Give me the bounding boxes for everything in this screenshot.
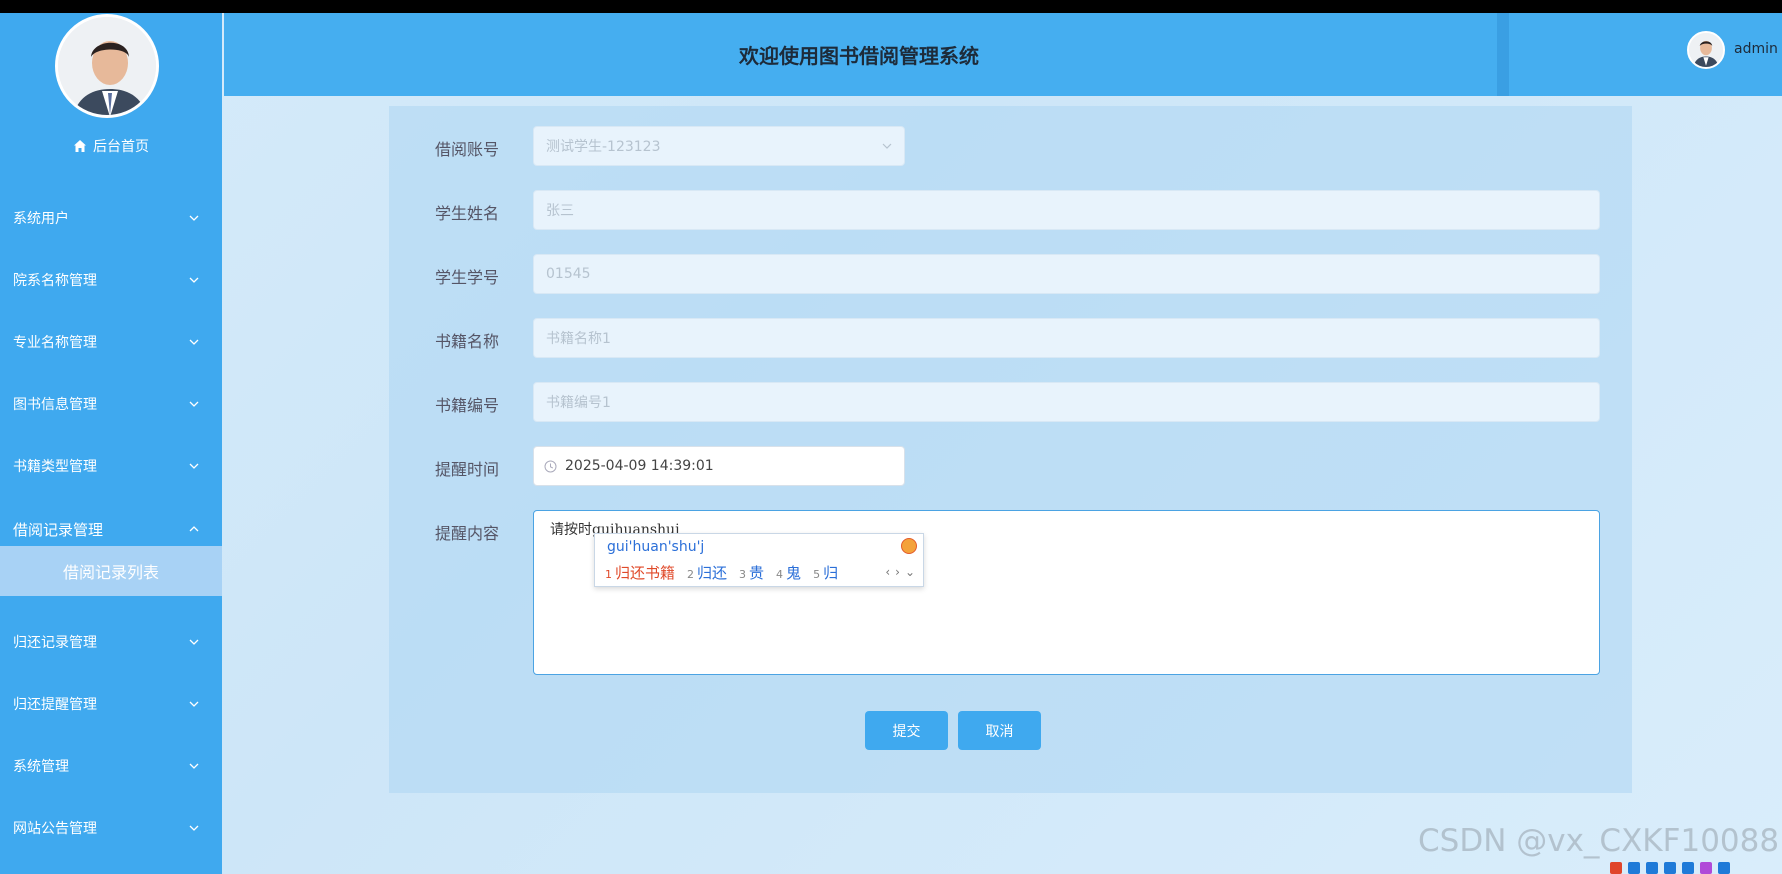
student-name-label: 学生姓名 [435,204,500,223]
sidebar-item-label: 借阅记录管理 [13,520,104,539]
student-name-field[interactable]: 张三 [533,190,1600,230]
book-code-value: 书籍编号1 [546,395,611,411]
microphone-icon[interactable] [1664,861,1676,874]
clock-icon [544,460,557,472]
header-username[interactable]: admin [1734,41,1778,57]
sidebar-item-label: 专业名称管理 [13,335,97,351]
ime-candidate[interactable]: 3贵 [739,562,764,583]
borrow-account-select[interactable]: 测试学生-123123 [533,126,905,166]
system-tray [1610,861,1782,874]
sidebar-item-system-management[interactable]: 系统管理 [0,746,222,786]
sidebar-home-link[interactable]: 后台首页 [0,135,222,157]
ime-tray-icon[interactable] [1610,861,1622,874]
sidebar: 后台首页 系统用户 院系名称管理 专业名称管理 图书信息管理 书籍类型管理 借阅… [0,13,222,874]
sidebar-item-system-users[interactable]: 系统用户 [0,198,222,238]
top-header: 欢迎使用图书借阅管理系统 admin [224,13,1782,96]
borrow-account-value: 测试学生-123123 [546,139,661,155]
chevron-down-icon [189,701,199,707]
home-icon [74,140,86,152]
sidebar-item-label: 系统管理 [13,759,69,775]
remind-time-picker[interactable]: 2025-04-09 14:39:01 [533,446,905,486]
sidebar-item-return-records[interactable]: 归还记录管理 [0,622,222,662]
borrow-account-label: 借阅账号 [435,140,500,159]
sidebar-item-label: 书籍类型管理 [13,459,97,475]
chevron-down-icon [189,825,199,831]
chevron-down-icon [189,339,199,345]
ime-candidate-list: 1 归还书籍 2 归还 3贵 4鬼 5归 [605,562,838,583]
sidebar-item-label: 网站公告管理 [13,821,97,837]
ime-pinyin: gui'huan'shu'j [607,539,705,555]
chevron-up-icon [189,526,199,532]
tray-icon[interactable] [1700,861,1712,874]
avatar [55,14,159,118]
header-divider [1497,13,1509,96]
chevron-down-icon [882,143,892,149]
sidebar-item-book-info[interactable]: 图书信息管理 [0,384,222,424]
student-name-value: 张三 [546,203,574,219]
book-name-value: 书籍名称1 [546,331,611,347]
user-avatar-icon [1689,33,1723,67]
grid-icon[interactable] [1718,861,1730,874]
remind-time-label: 提醒时间 [435,460,500,479]
chevron-down-icon [189,215,199,221]
book-code-field[interactable]: 书籍编号1 [533,382,1600,422]
sidebar-item-majors[interactable]: 专业名称管理 [0,322,222,362]
sidebar-home-label: 后台首页 [93,139,149,155]
sidebar-item-return-reminders[interactable]: 归还提醒管理 [0,684,222,724]
sidebar-item-borrow-records[interactable]: 借阅记录管理 [0,509,222,549]
ime-expand-icon[interactable]: ⌄ [905,565,915,579]
sidebar-item-label: 归还提醒管理 [13,697,97,713]
header-avatar[interactable] [1687,31,1725,69]
student-id-label: 学生学号 [435,268,500,287]
ime-candidate[interactable]: 4鬼 [776,562,801,583]
ime-candidate[interactable]: 2 归还 [687,562,727,583]
ime-candidate[interactable]: 5归 [813,562,838,583]
sidebar-item-label: 院系名称管理 [13,273,97,289]
sidebar-item-departments[interactable]: 院系名称管理 [0,260,222,300]
ime-nav: ‹ › ⌄ [885,565,915,579]
remind-time-value: 2025-04-09 14:39:01 [565,458,714,474]
ime-prev-icon[interactable]: ‹ [885,565,890,579]
sidebar-subitem-label: 借阅记录列表 [62,563,159,582]
sidebar-subitem-borrow-list[interactable]: 借阅记录列表 [0,546,222,596]
sidebar-item-label: 系统用户 [13,211,69,227]
remind-content-label: 提醒内容 [435,524,500,543]
chevron-down-icon [189,401,199,407]
ime-candidate-popup[interactable]: gui'huan'shu'j 1 归还书籍 2 归还 3贵 4鬼 5归 ‹ › ⌄ [594,533,924,587]
tray-icon[interactable] [1628,861,1640,874]
chevron-down-icon [189,463,199,469]
chevron-down-icon [189,639,199,645]
watermark: CSDN @vx_CXKF10088 [1418,823,1780,859]
book-name-label: 书籍名称 [435,332,500,351]
sidebar-item-book-types[interactable]: 书籍类型管理 [0,446,222,486]
ime-candidate[interactable]: 1 归还书籍 [605,562,675,583]
sidebar-item-label: 归还记录管理 [13,635,97,651]
student-id-field[interactable]: 01545 [533,254,1600,294]
chevron-down-icon [189,277,199,283]
keyboard-icon[interactable] [1682,861,1694,874]
sidebar-item-announcements[interactable]: 网站公告管理 [0,808,222,848]
book-name-field[interactable]: 书籍名称1 [533,318,1600,358]
tray-icon[interactable] [1646,861,1658,874]
student-id-value: 01545 [546,266,591,282]
page-title: 欢迎使用图书借阅管理系统 [739,44,979,68]
submit-button[interactable]: 提交 [865,711,948,750]
ime-next-icon[interactable]: › [895,565,900,579]
avatar-portrait-icon [58,17,156,115]
book-code-label: 书籍编号 [435,396,500,415]
sidebar-item-label: 图书信息管理 [13,397,97,413]
ime-logo-icon [901,538,917,554]
chevron-down-icon [189,763,199,769]
cancel-button[interactable]: 取消 [958,711,1041,750]
app-frame: 后台首页 系统用户 院系名称管理 专业名称管理 图书信息管理 书籍类型管理 借阅… [0,13,1782,874]
